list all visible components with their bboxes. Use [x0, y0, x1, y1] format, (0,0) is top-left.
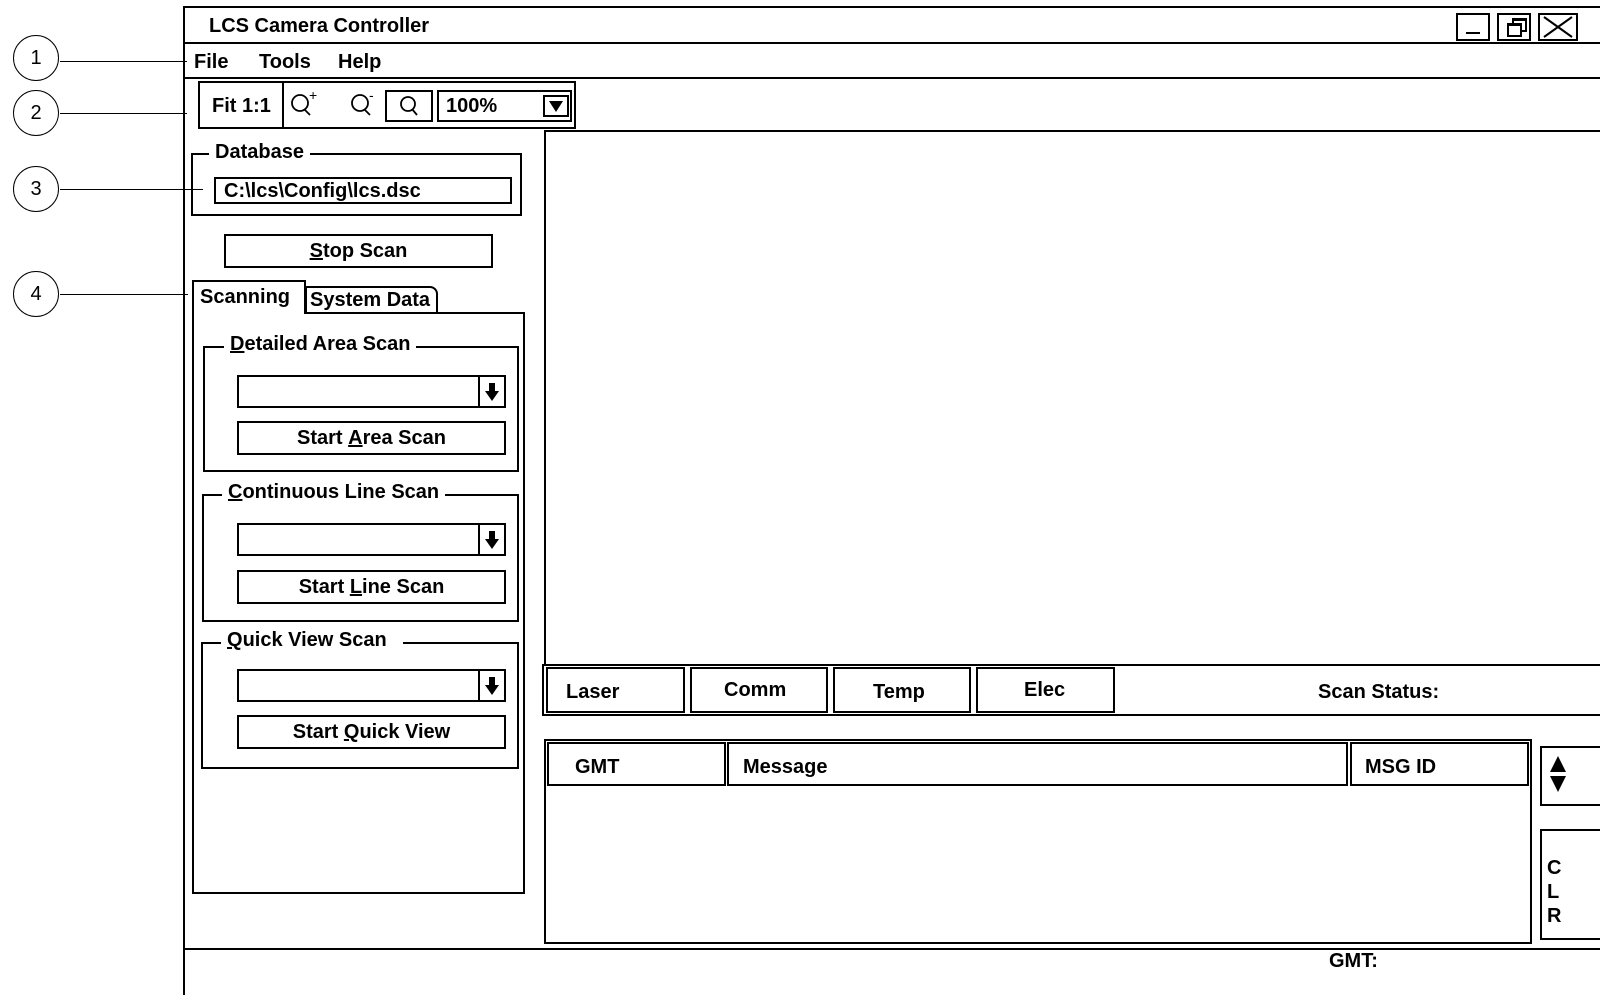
- scan-status-label: Scan Status:: [1318, 681, 1440, 703]
- tab-system-data-label: System Data: [310, 289, 431, 311]
- callout-2: 2: [13, 90, 59, 136]
- callout-1-leader: [60, 61, 187, 62]
- database-path: C:\lcs\Config\lcs.dsc: [224, 180, 421, 202]
- minimize-icon[interactable]: [1456, 13, 1490, 41]
- arrow-down-icon[interactable]: [478, 377, 504, 406]
- footer-gmt-label: GMT:: [1329, 950, 1378, 972]
- menu-tools[interactable]: Tools: [259, 51, 311, 74]
- arrow-down-icon[interactable]: [478, 671, 504, 700]
- callout-2-leader: [60, 113, 187, 114]
- callout-4-leader: [60, 294, 188, 295]
- detailed-area-scan-legend: Detailed Area Scan: [224, 333, 417, 356]
- temp-indicator: Temp: [833, 667, 971, 713]
- clear-log-button[interactable]: C L R: [1540, 829, 1600, 940]
- msg-id-column-header[interactable]: MSG ID: [1350, 742, 1529, 786]
- continuous-line-scan-select[interactable]: [237, 523, 506, 556]
- start-area-scan-button[interactable]: Start Area Scan: [237, 421, 506, 455]
- detailed-area-scan-select[interactable]: [237, 375, 506, 408]
- toolbar-divider: [282, 83, 284, 127]
- stop-scan-button[interactable]: Stop Scan: [224, 234, 493, 268]
- callout-3-leader: [60, 189, 203, 190]
- quick-view-scan-group: [201, 642, 519, 769]
- tab-scanning[interactable]: Scanning: [192, 280, 306, 314]
- callout-4: 4: [13, 271, 59, 317]
- quick-view-scan-legend: Quick View Scan: [221, 629, 403, 652]
- fit-button[interactable]: Fit 1:1: [212, 95, 271, 118]
- laser-indicator: Laser: [546, 667, 685, 713]
- menu-file[interactable]: File: [194, 51, 228, 74]
- callout-3: 3: [13, 166, 59, 212]
- gmt-column-header[interactable]: GMT: [547, 742, 726, 786]
- comm-indicator: Comm: [690, 667, 828, 713]
- start-line-scan-button[interactable]: Start Line Scan: [237, 570, 506, 604]
- database-path-field[interactable]: C:\lcs\Config\lcs.dsc: [214, 177, 512, 204]
- restore-icon[interactable]: [1497, 13, 1531, 41]
- continuous-line-scan-legend: Continuous Line Scan: [222, 481, 446, 504]
- menu-bar: [185, 44, 1600, 79]
- zoom-icon[interactable]: [385, 90, 433, 122]
- zoom-select[interactable]: 100%: [437, 90, 572, 122]
- message-column-header[interactable]: Message: [727, 742, 1348, 786]
- chevron-down-icon[interactable]: [543, 95, 569, 117]
- footer-bar: [185, 948, 1600, 995]
- start-quick-view-button[interactable]: Start Quick View: [237, 715, 506, 749]
- tab-system-data[interactable]: System Data: [305, 286, 438, 314]
- image-viewport[interactable]: [544, 130, 1600, 666]
- stop-scan-mnemonic: S: [309, 239, 323, 262]
- log-scroll-button[interactable]: [1540, 746, 1600, 806]
- zoom-value: 100%: [446, 95, 498, 117]
- zoom-out-icon[interactable]: -: [348, 87, 384, 123]
- callout-1: 1: [13, 35, 59, 81]
- stop-scan-label: top Scan: [322, 239, 408, 262]
- quick-view-scan-select[interactable]: [237, 669, 506, 702]
- database-legend: Database: [209, 141, 310, 164]
- menu-help[interactable]: Help: [338, 51, 381, 74]
- zoom-in-icon[interactable]: +: [288, 87, 324, 123]
- close-icon[interactable]: [1538, 13, 1578, 41]
- window-title: LCS Camera Controller: [209, 15, 430, 37]
- arrow-down-icon[interactable]: [478, 525, 504, 554]
- svg-text:-: -: [369, 87, 374, 103]
- elec-indicator: Elec: [976, 667, 1115, 713]
- tab-scanning-label: Scanning: [200, 286, 291, 308]
- svg-text:+: +: [309, 87, 317, 103]
